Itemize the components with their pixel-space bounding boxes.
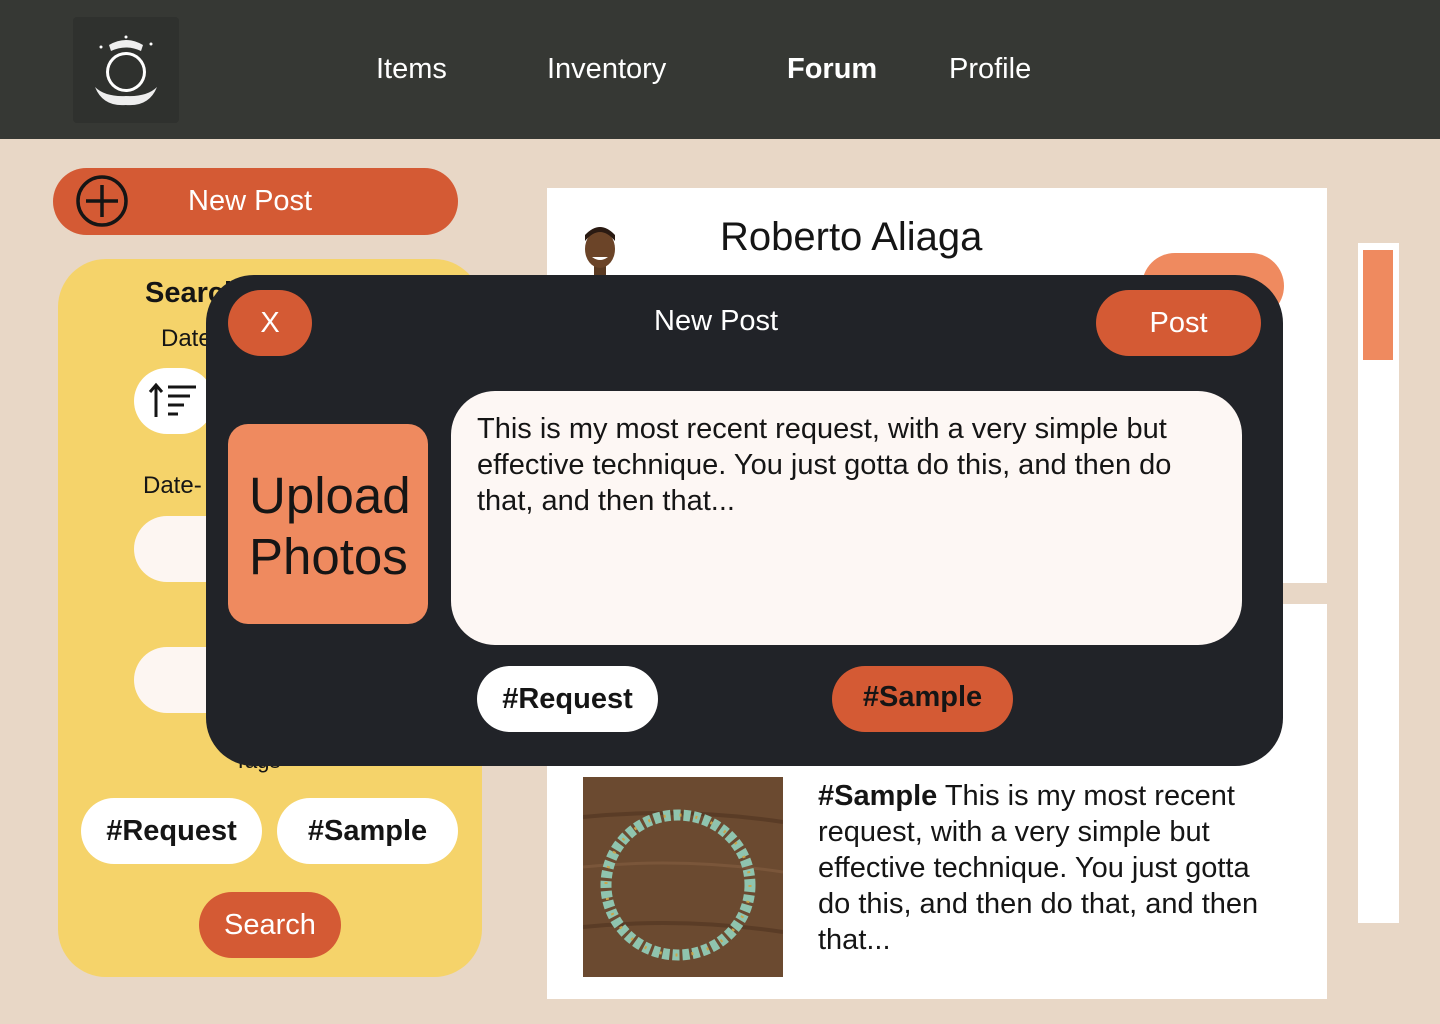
submit-post-button[interactable]: Post: [1096, 290, 1261, 356]
tag-sample-toggle[interactable]: #Sample: [832, 666, 1013, 732]
post-image: [583, 777, 783, 977]
new-post-label: New Post: [188, 185, 313, 217]
modal-title: New Post: [654, 305, 779, 337]
nav-profile[interactable]: Profile: [949, 50, 1031, 88]
plus-circle-icon: [76, 175, 128, 232]
tag-sample-filter[interactable]: #Sample: [277, 798, 458, 864]
feed-scrollbar[interactable]: [1358, 243, 1399, 923]
nav-inventory[interactable]: Inventory: [547, 50, 666, 88]
post-text-value: This is my most recent request, with a v…: [477, 413, 1172, 517]
upload-photos-label: Upload Photos: [249, 467, 411, 585]
tag-request-filter[interactable]: #Request: [81, 798, 262, 864]
post-text-input[interactable]: This is my most recent request, with a v…: [451, 391, 1242, 645]
date-label: Date: [161, 325, 212, 352]
new-post-button[interactable]: New Post: [53, 168, 458, 235]
new-post-modal: X New Post Post Upload Photos This is my…: [206, 275, 1283, 766]
post-author-name: Roberto Aliaga: [720, 215, 983, 259]
top-nav-bar: Items Inventory Forum Profile: [0, 0, 1440, 139]
close-button[interactable]: X: [228, 290, 312, 356]
nav-forum[interactable]: Forum: [787, 50, 877, 88]
date-range-label: Date-: [143, 472, 202, 499]
post-tag[interactable]: #Sample: [818, 780, 937, 812]
craft-sync-logo[interactable]: [73, 17, 179, 123]
post-body-text: #Sample This is my most recent request, …: [818, 778, 1288, 958]
tag-request-toggle[interactable]: #Request: [477, 666, 658, 732]
sort-toggle[interactable]: [134, 368, 214, 434]
nav-items[interactable]: Items: [376, 50, 447, 88]
scrollbar-thumb[interactable]: [1363, 250, 1393, 360]
sort-ascending-icon: [148, 382, 196, 417]
search-button[interactable]: Search: [199, 892, 341, 958]
upload-photos-button[interactable]: Upload Photos: [228, 424, 428, 624]
